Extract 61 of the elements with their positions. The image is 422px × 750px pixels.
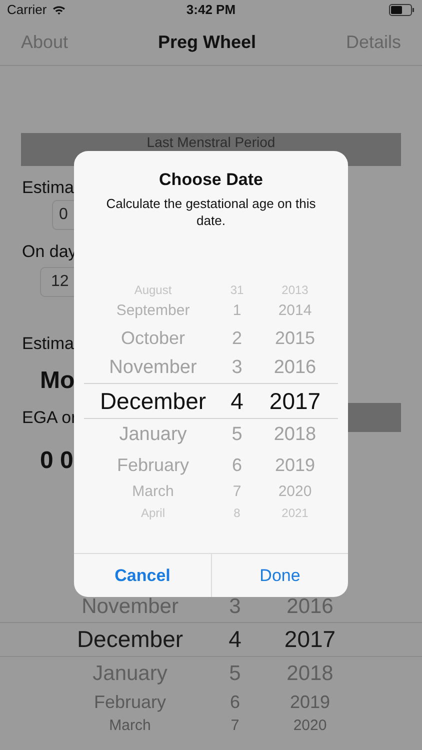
picker-row[interactable]: January 5 2018 [84,419,338,450]
picker-row[interactable]: February 6 2019 [84,450,338,479]
picker-month: February [116,456,190,474]
picker-year: 2016 [286,596,334,616]
picker-day: 5 [222,425,252,444]
wifi-icon [52,5,66,15]
picker-month: January [92,662,168,684]
picker-row[interactable]: October 2 2015 [84,323,338,352]
picker-row[interactable]: February 6 2019 [0,689,422,715]
picker-year: 2020 [292,718,328,732]
selected-picker-row[interactable]: December 4 2017 [0,622,422,657]
picker-year: 2019 [274,456,316,474]
picker-day: 4 [200,628,270,651]
picker-year: 2015 [274,328,316,346]
picker-month: March [108,718,152,732]
picker-day: 6 [222,456,252,474]
dialog-message: Calculate the gestational age on this date. [105,195,317,229]
picker-month: December [76,628,184,651]
picker-month: November [80,596,180,616]
picker-month: January [118,425,188,444]
picker-month: March [131,484,175,499]
picker-day: 6 [200,693,270,711]
picker-year: 2020 [277,484,313,499]
field-label: Estima [22,334,74,353]
section-title: Last Menstral Period [146,134,276,150]
picker-day: 7 [200,718,270,732]
picker-year: 2016 [272,358,318,377]
field-label: Estima [22,178,74,197]
result-value: Mo [40,367,75,394]
dialog-title: Choose Date [159,169,263,191]
picker-row[interactable]: January 5 2018 [0,657,422,689]
picker-year: 2019 [288,693,332,711]
picker-day: 1 [222,303,252,318]
carrier-label: Carrier [7,1,47,20]
picker-year: 2018 [272,425,318,444]
nav-title: Preg Wheel [158,31,256,54]
selected-picker-row[interactable]: December 4 2017 [84,383,338,419]
picker-year: 2018 [286,662,334,684]
picker-row[interactable]: March 7 2020 [84,479,338,504]
clock-time: 3:42 PM [186,1,236,20]
cancel-button[interactable]: Cancel [74,554,211,597]
picker-year: 2014 [277,303,313,318]
picker-day: 4 [222,390,252,412]
picker-year: 2017 [268,390,322,412]
result-value: 0 0 [40,447,74,474]
picker-month: December [98,390,208,412]
picker-row[interactable]: September 1 2014 [84,298,338,323]
picker-year: 2017 [283,628,337,651]
picker-day: 2 [222,328,252,346]
picker-month: September [115,303,191,318]
picker-day: 5 [200,662,270,684]
done-button[interactable]: Done [211,554,348,597]
picker-month: October [120,328,186,346]
picker-month: November [108,358,198,377]
picker-month: February [92,693,168,711]
picker-row[interactable]: November 3 2016 [84,352,338,383]
battery-icon [388,4,415,16]
picker-day: 3 [222,358,252,377]
picker-row[interactable]: March 7 2020 [0,715,422,735]
picker-day: 3 [200,596,270,616]
picker-day: 7 [222,484,252,499]
